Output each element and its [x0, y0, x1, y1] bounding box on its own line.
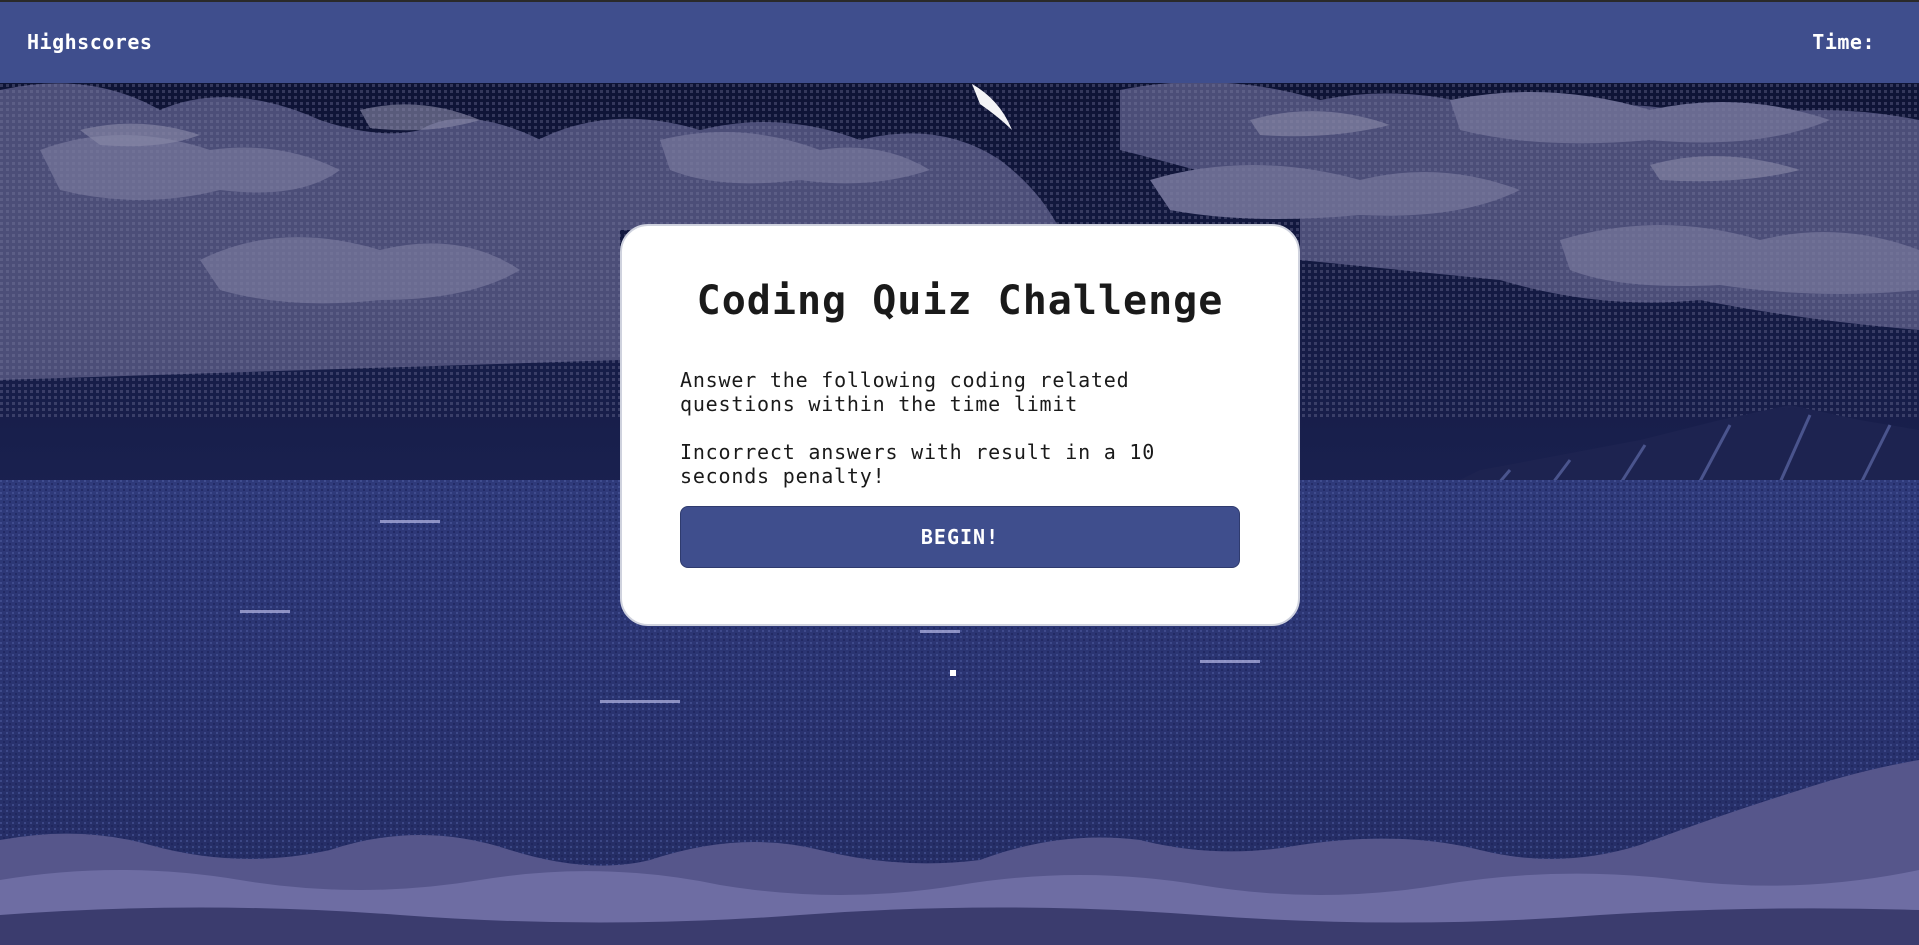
quiz-instructions: Answer the following coding related ques…	[680, 368, 1130, 416]
quiz-title: Coding Quiz Challenge	[696, 278, 1224, 324]
penalty-notice: Incorrect answers with result in a 10 se…	[680, 440, 1156, 488]
timer-display: Time:	[1812, 30, 1883, 54]
quiz-intro-card: Coding Quiz Challenge Answer the followi…	[620, 224, 1300, 626]
time-label: Time:	[1812, 30, 1875, 54]
top-navbar: Highscores Time:	[0, 0, 1919, 83]
begin-button[interactable]: BEGIN!	[680, 506, 1240, 568]
highscores-link[interactable]: Highscores	[27, 30, 152, 54]
